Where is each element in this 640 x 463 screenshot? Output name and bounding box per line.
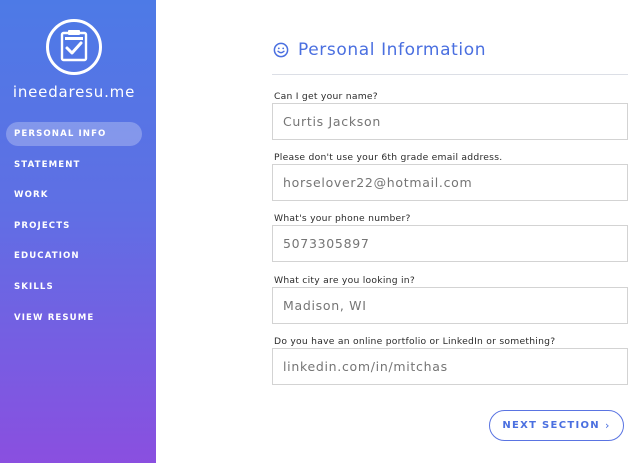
portfolio-label: Do you have an online portfolio or Linke… <box>274 336 556 347</box>
name-input[interactable] <box>272 103 628 140</box>
portfolio-input[interactable] <box>272 348 628 385</box>
sidebar-item-skills[interactable]: SKILLS <box>6 275 142 299</box>
sidebar: ineedaresu.me PERSONAL INFO STATEMENT WO… <box>0 0 156 463</box>
sidebar-item-statement[interactable]: STATEMENT <box>6 153 142 177</box>
phone-input[interactable] <box>272 225 628 262</box>
sidebar-item-view-resume[interactable]: VIEW RESUME <box>6 306 142 330</box>
city-input[interactable] <box>272 287 628 324</box>
email-label: Please don't use your 6th grade email ad… <box>274 152 503 163</box>
phone-label: What's your phone number? <box>274 213 411 224</box>
next-section-button[interactable]: NEXT SECTION › <box>489 410 624 441</box>
section-header: Personal Information <box>272 40 628 62</box>
name-label: Can I get your name? <box>274 91 378 102</box>
clipboard-check-icon[interactable] <box>46 19 102 75</box>
brand-name[interactable]: ineedaresu.me <box>0 83 148 101</box>
email-input[interactable] <box>272 164 628 201</box>
page-title: Personal Information <box>298 40 487 60</box>
sidebar-item-education[interactable]: EDUCATION <box>6 244 142 268</box>
city-label: What city are you looking in? <box>274 275 415 286</box>
sidebar-item-work[interactable]: WORK <box>6 183 142 207</box>
sidebar-item-personal-info[interactable]: PERSONAL INFO <box>6 122 142 146</box>
header-divider <box>272 74 628 75</box>
smiley-icon <box>273 42 289 58</box>
sidebar-item-projects[interactable]: PROJECTS <box>6 214 142 238</box>
next-section-label: NEXT SECTION <box>502 420 600 431</box>
sidebar-nav: PERSONAL INFO STATEMENT WORK PROJECTS ED… <box>6 122 142 336</box>
chevron-right-icon: › <box>604 419 611 432</box>
